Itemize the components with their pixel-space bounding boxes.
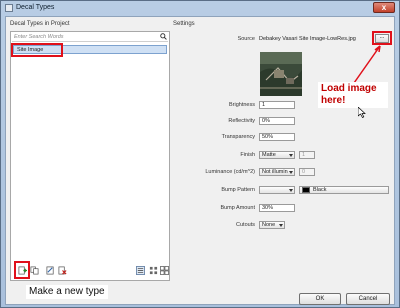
make-new-type-callout: Make a new type [26,285,108,299]
bump-amount-label: Bump Amount [220,205,255,211]
finish-extra-input[interactable]: 1 [299,151,315,159]
bump-pattern-label: Bump Pattern [221,187,255,193]
luminance-dropdown[interactable]: Not illumin [259,168,295,176]
luminance-extra-input[interactable]: 0 [299,168,315,176]
rename-icon[interactable] [46,266,55,275]
transparency-input[interactable]: 50% [259,133,295,141]
brightness-input[interactable]: 1 [259,101,295,109]
bump-amount-input[interactable]: 30% [259,204,295,212]
list-view-icon[interactable] [136,266,145,275]
large-thumbnails-icon[interactable] [160,266,169,275]
finish-value: Matte [262,152,276,158]
delete-icon[interactable] [58,266,67,275]
window-title: Decal Types [16,4,55,11]
ok-button[interactable]: OK [299,293,341,305]
cursor-icon [358,107,366,118]
highlight-box-new-type [14,261,30,279]
dialog-body: Decal Types in Project Enter Search Word… [5,16,395,305]
settings-label: Settings [173,21,195,27]
chevron-down-icon [289,189,293,192]
bump-color-label: Black [313,187,327,193]
cancel-button[interactable]: Cancel [346,293,390,305]
color-swatch [302,187,310,193]
transparency-label: Transparency [221,134,255,140]
source-value: Debakey Vasari Site Image-LowRes.jpg [259,36,356,42]
luminance-value: Not illumin [262,169,288,175]
highlight-box-list-item [11,43,63,57]
reflectivity-input[interactable]: 0% [259,117,295,125]
duplicate-icon[interactable] [30,266,39,275]
annotation-arrow [353,45,381,84]
title-bar: Decal Types x [1,1,399,16]
finish-dropdown[interactable]: Matte [259,151,295,159]
chevron-down-icon [279,224,283,227]
decal-thumbnail [260,52,302,96]
reflectivity-label: Reflectivity [228,118,255,124]
cutouts-value: None [262,222,276,228]
decal-type-list: Enter Search Words Site Image [10,31,170,281]
bump-pattern-dropdown[interactable] [259,186,295,194]
cutouts-label: Cutouts [236,222,255,228]
app-icon [5,4,13,12]
cutouts-dropdown[interactable]: None [259,221,285,229]
finish-label: Finish [240,152,255,158]
load-image-callout: Load image here! [318,82,388,108]
small-thumbnails-icon[interactable] [149,266,158,275]
brightness-label: Brightness [229,102,255,108]
decal-types-label: Decal Types in Project [10,21,70,27]
chevron-down-icon [289,154,293,157]
search-icon[interactable] [160,33,167,40]
decal-types-dialog: Decal Types x Decal Types in Project Ent… [0,0,400,308]
luminance-label: Luminance (cd/m^2) [205,169,255,175]
search-input[interactable]: Enter Search Words [12,33,168,42]
close-button[interactable]: x [373,2,395,13]
bump-color-picker[interactable]: Black [299,186,389,194]
source-label: Source [237,36,255,42]
chevron-down-icon [289,171,293,174]
